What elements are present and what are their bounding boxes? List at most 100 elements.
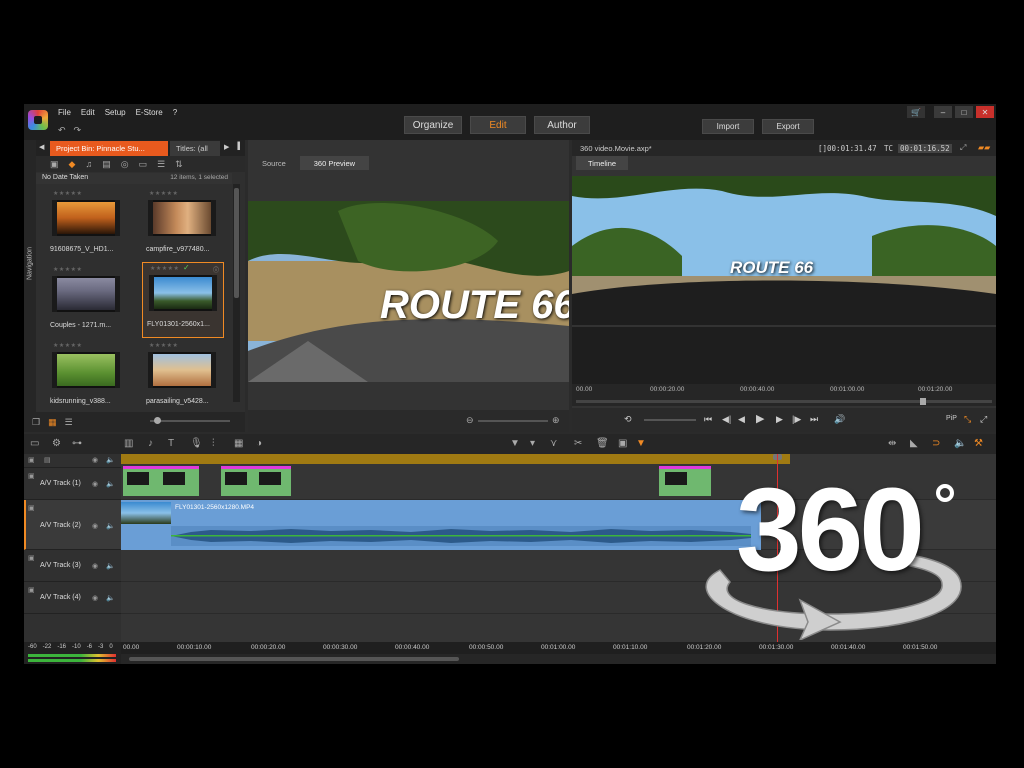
theme-icon[interactable]: ◑ [256,438,262,449]
delete-icon[interactable]: 🗑 [596,438,609,449]
speaker-icon[interactable]: 🔈 [106,522,115,530]
sort-icon[interactable]: ⇅ [175,159,183,170]
tab-project-bin[interactable]: Project Bin: Pinnacle Stu... [50,141,168,156]
track-header-active[interactable]: ▣ A/V Track (2) ◉ 🔈 [24,500,121,550]
library-clip[interactable]: ★★★★★ kidsrunning_v388... [46,340,128,416]
undo-icon[interactable]: ↶ [58,125,66,136]
lock-icon[interactable]: ▣ [28,456,35,464]
library-clip-selected[interactable]: ★★★★★ ✓ ⓘ FLY01301-2560x1... [142,262,224,338]
import-button[interactable]: Import [702,119,754,134]
library-toggle-icon[interactable]: ❐ [32,417,40,428]
master-track-header[interactable]: ▣ ▤ ◉ 🔈 [24,454,121,468]
export-button[interactable]: Export [762,119,814,134]
expand-icon[interactable]: ⤢ [980,414,987,425]
timeline-scroll-thumb[interactable] [129,657,459,661]
rating-stars[interactable]: ★★★★★ [150,265,179,272]
rating-stars[interactable]: ★★★★★ [53,342,82,349]
rating-stars[interactable]: ★★★★★ [53,266,82,273]
grid-icon[interactable]: ▦ [234,438,243,449]
trim-icon[interactable]: ⇹ [888,438,896,449]
shuttle-slider[interactable] [644,419,696,421]
audio-scrub-icon[interactable]: 🔈 [954,438,966,449]
eye-icon[interactable]: ◉ [92,480,98,488]
pip-toggle[interactable]: PiP [946,415,957,422]
track-list-icon[interactable]: ▤ [44,456,51,464]
audio-mixer-icon[interactable]: ▥ [124,438,133,449]
menu-edit[interactable]: Edit [81,108,95,117]
add-collection-icon[interactable]: ▣ [50,159,59,170]
eye-icon[interactable]: ◉ [92,562,98,570]
folder-filter-icon[interactable]: ▭ [139,159,148,170]
go-end-icon[interactable]: ⏭ [810,414,818,425]
magnet-icon[interactable]: ⋎ [550,438,557,449]
storyboard-icon[interactable]: ▭ [30,438,39,449]
scrubber-handle[interactable] [920,398,926,405]
grid-view-icon[interactable]: ▦ [48,417,57,428]
rating-stars[interactable]: ★★★★★ [149,190,178,197]
fullscreen-icon[interactable]: ⤢ [960,143,966,153]
forward-icon[interactable]: ▶ [776,414,783,425]
eye-icon[interactable]: ◉ [92,594,98,602]
audio-filter-icon[interactable]: ♫ [85,159,92,169]
timeline-video-frame[interactable]: ROUTE 66 [572,176,996,384]
info-icon[interactable]: ⓘ [213,265,219,274]
timeline-scrollbar[interactable] [121,654,996,664]
speaker-icon[interactable]: 🔈 [106,456,115,464]
rating-stars[interactable]: ★★★★★ [53,190,82,197]
tab-next-icon[interactable]: ▶ [224,143,229,151]
snapshot-icon[interactable]: ▣ [618,438,627,449]
video-clip[interactable]: FLY01301-2560x1280.MP4 [121,500,761,550]
snap-icon[interactable]: ⊃ [932,438,940,449]
pip-resize-icon[interactable]: ⤡ [964,414,971,425]
split-icon[interactable]: ⫶ [212,438,215,449]
tab-author[interactable]: Author [534,116,590,134]
marker-menu-icon[interactable]: ▼ [636,438,646,449]
marker-icon[interactable]: ▼ [510,438,520,449]
track-lock-icon[interactable]: ▣ [28,472,35,480]
rating-stars[interactable]: ★★★★★ [149,342,178,349]
speaker-icon[interactable]: 🔈 [106,594,115,602]
dual-view-icon[interactable]: ▰▰ [978,143,990,152]
scorefitter-icon[interactable]: ♪ [148,438,153,449]
track-header[interactable]: ▣ A/V Track (4) ◉ 🔈 [24,582,121,614]
tab-edit[interactable]: Edit [470,116,526,134]
group-header[interactable]: No Date Taken 12 items, 1 selected [36,173,232,184]
voiceover-icon[interactable]: 🎙 [190,438,203,449]
scrubber-track[interactable] [576,398,992,405]
video-filter-icon[interactable]: ◆ [69,159,76,170]
go-start-icon[interactable]: ⏮ [704,414,712,425]
redo-icon[interactable]: ↷ [74,125,82,136]
source-video-frame[interactable]: ROUTE 66 [248,201,569,382]
timecode-display[interactable]: 00:01:16.52 [898,144,952,153]
volume-icon[interactable]: 🔊 [834,414,845,425]
menu-help[interactable]: ? [173,108,177,117]
maximize-icon[interactable]: □ [955,106,973,118]
zoom-knob[interactable] [154,417,161,424]
rewind-icon[interactable]: ◀ [738,414,745,425]
tools-icon[interactable]: ⚒ [974,438,983,449]
ripple-icon[interactable]: ◣ [910,438,918,449]
library-clip[interactable]: ★★★★★ parasailing_v5428... [142,340,224,416]
photo-filter-icon[interactable]: ▤ [102,159,111,170]
close-icon[interactable]: ✕ [976,106,994,118]
details-view-icon[interactable]: ☰ [65,417,73,428]
play-icon[interactable]: ▶ [756,412,764,425]
movie-range-bar[interactable] [121,454,790,464]
razor-icon[interactable]: ✂ [574,438,582,449]
list-view-icon[interactable]: ☰ [157,159,165,170]
tab-overflow-icon[interactable]: ▐ [235,143,240,150]
project-filter-icon[interactable]: ◎ [121,159,129,170]
tab-organize[interactable]: Organize [404,116,462,134]
track-header[interactable]: ▣ A/V Track (1) ◉ 🔈 [24,468,121,500]
navigation-strip[interactable]: Navigation [24,140,36,432]
tab-titles[interactable]: Titles: (all [170,141,220,156]
minimize-icon[interactable]: – [934,106,952,118]
library-clip[interactable]: ★★★★★ Couples - 1271.m... [46,264,128,340]
title-clip[interactable] [221,466,291,496]
tab-left-arrow-icon[interactable]: ◀ [39,143,44,151]
library-scroll-thumb[interactable] [234,188,239,298]
menu-file[interactable]: File [58,108,71,117]
track-options-icon[interactable]: ⊶ [72,438,82,449]
loop-icon[interactable]: ⟲ [624,414,632,425]
library-scrollbar[interactable] [233,184,240,402]
